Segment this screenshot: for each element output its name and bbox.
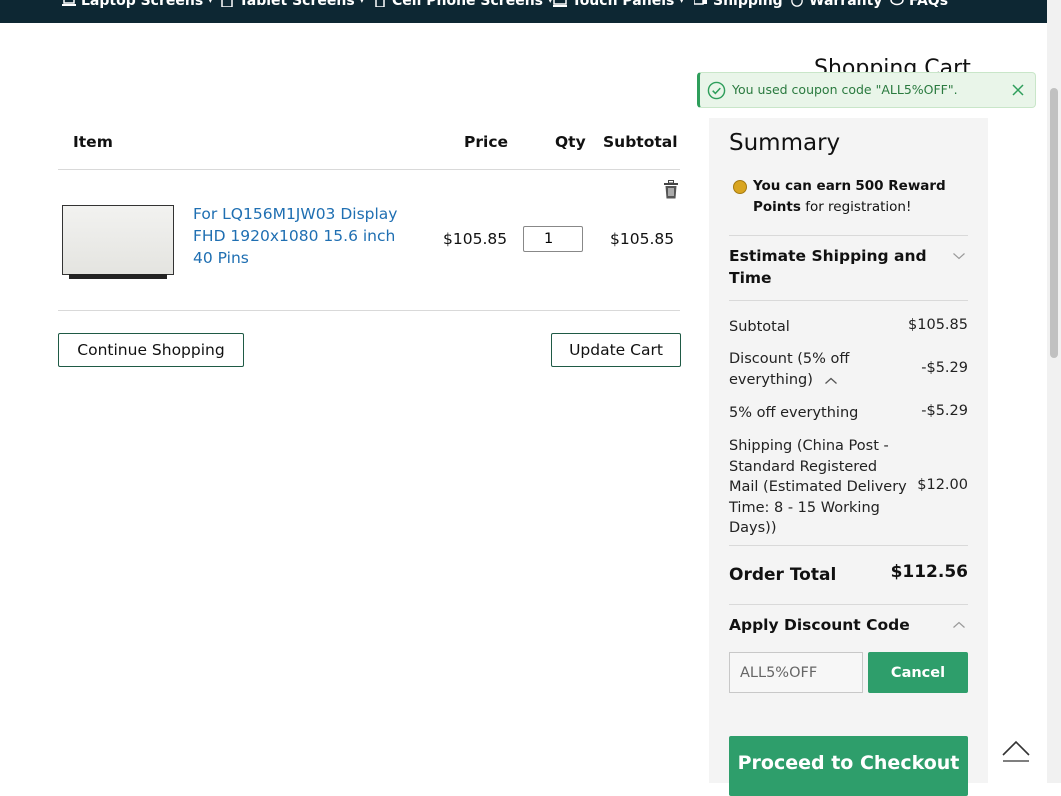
column-header-subtotal: Subtotal [603,133,678,151]
chevron-down-icon[interactable] [952,251,966,261]
nav-label: Laptop Screens [81,0,204,9]
subtotal-label: Subtotal [729,319,790,335]
touch-panel-icon [553,0,567,7]
product-name-link[interactable]: For LQ156M1JW03 Display FHD 1920x1080 15… [193,203,413,269]
toast-message: You used coupon code "ALL5%OFF". [732,82,958,97]
divider [729,235,968,236]
discount-detail-label: 5% off everything [729,405,859,421]
subtotal-value: $105.85 [908,317,968,333]
discount-label[interactable]: Discount (5% off everything) [729,349,869,390]
trash-icon[interactable] [663,180,679,199]
nav-label: Touch Panels [572,0,675,9]
chevron-down-icon: ▾ [679,0,684,6]
chevron-down-icon: ▾ [359,0,365,6]
divider [58,169,680,170]
column-header-item: Item [73,133,113,151]
reward-suffix: for registration! [805,199,912,215]
chevron-up-icon[interactable] [952,620,966,630]
discount-code-input[interactable] [729,652,863,693]
tablet-icon [221,0,233,7]
product-image[interactable] [62,205,174,279]
discount-value: -$5.29 [921,360,968,376]
nav-laptop-screens[interactable]: Laptop Screens ▾ [62,0,213,11]
top-navigation: Laptop Screens ▾ Tablet Screens ▾ Cell P… [0,0,1047,23]
coin-icon [733,180,747,194]
shipping-value: $12.00 [917,477,968,493]
nav-faqs[interactable]: FAQs [890,0,948,11]
chevron-up-icon[interactable] [824,376,838,386]
scroll-to-top-icon[interactable] [1000,733,1032,769]
chat-icon [890,0,904,6]
update-cart-button[interactable]: Update Cart [551,333,681,367]
divider [58,310,680,311]
nav-warranty[interactable]: Warranty [790,0,882,11]
nav-tablet-screens[interactable]: Tablet Screens ▾ [220,0,364,11]
quantity-input[interactable] [523,226,583,252]
divider [729,545,968,546]
continue-shopping-button[interactable]: Continue Shopping [58,333,244,367]
item-price: $105.85 [443,230,508,248]
order-total-label: Order Total [729,565,837,585]
reward-points-message: You can earn 500 Reward Points for regis… [753,176,963,218]
phone-icon [375,0,385,7]
nav-label: Cell Phone Screens [392,0,543,9]
reward-prefix: You can earn [753,178,852,194]
cancel-coupon-button[interactable]: Cancel [868,652,968,693]
check-circle-icon [707,81,726,100]
apply-discount-toggle[interactable]: Apply Discount Code [729,614,910,636]
discount-detail-value: -$5.29 [921,403,968,419]
warranty-icon [791,0,803,7]
chevron-down-icon: ▾ [548,0,553,6]
shipping-label: Shipping (China Post - Standard Register… [729,438,907,536]
scrollbar-thumb[interactable] [1050,88,1058,358]
coupon-success-toast: You used coupon code "ALL5%OFF". [697,72,1036,108]
nav-label: Shipping [713,0,783,9]
truck-icon [694,0,707,5]
estimate-shipping-toggle[interactable]: Estimate Shipping and Time [729,245,929,289]
summary-title: Summary [729,130,841,156]
column-header-qty: Qty [555,133,586,151]
proceed-to-checkout-button[interactable]: Proceed to Checkout [729,736,968,796]
scrollbar[interactable] [1047,0,1061,783]
divider [729,300,968,301]
close-icon[interactable] [1011,83,1025,97]
nav-shipping[interactable]: Shipping [694,0,783,11]
nav-label: Tablet Screens [239,0,355,9]
nav-label: Warranty [809,0,883,9]
chevron-down-icon: ▾ [208,0,213,6]
divider [729,604,968,605]
nav-label: FAQs [909,0,949,9]
order-total-value: $112.56 [890,562,968,582]
laptop-icon [62,0,76,6]
nav-touch-panels[interactable]: Touch Panels ▾ [553,0,684,11]
nav-cell-phone-screens[interactable]: Cell Phone Screens ▾ [373,0,553,11]
item-subtotal: $105.85 [610,230,675,248]
column-header-price: Price [464,133,509,151]
